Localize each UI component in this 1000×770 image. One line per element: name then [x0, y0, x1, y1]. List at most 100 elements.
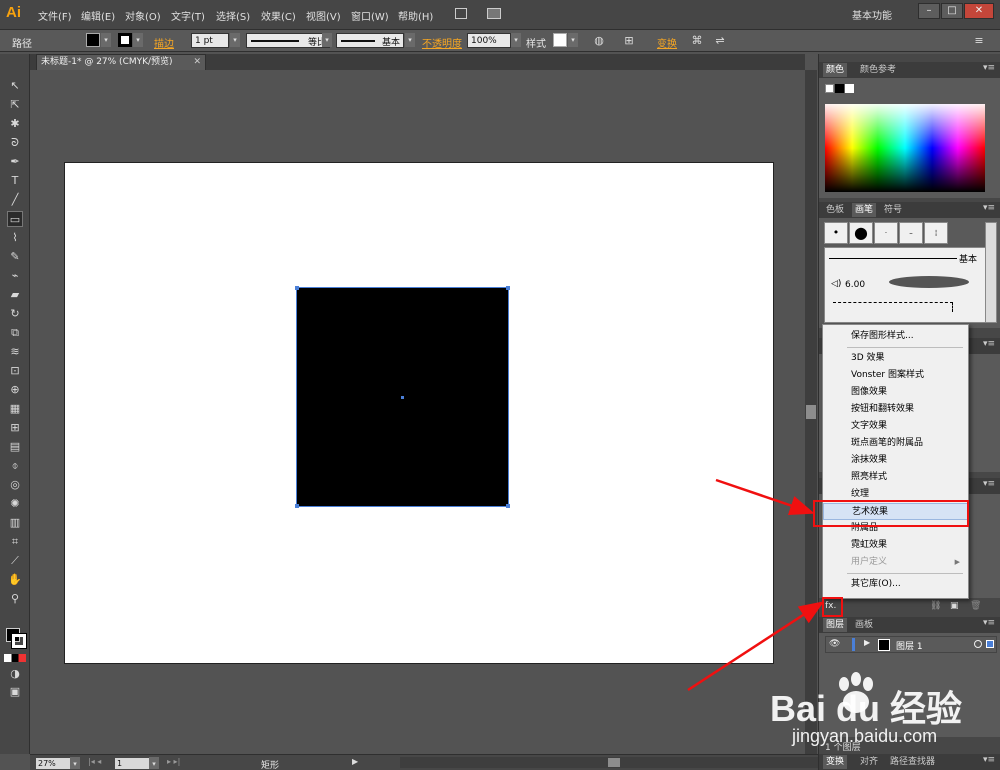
selection-handle[interactable]: [295, 504, 299, 508]
recolor-artwork-icon[interactable]: ◍: [592, 34, 606, 48]
artboard-number-field[interactable]: 1: [115, 758, 149, 769]
eraser-tool-icon[interactable]: ▰: [7, 287, 23, 303]
variable-width-profile[interactable]: 等比: [246, 33, 330, 48]
brush-dot-small[interactable]: •: [824, 222, 848, 244]
workspace-switcher[interactable]: 基本功能: [852, 7, 892, 22]
selection-handle[interactable]: [506, 286, 510, 290]
panel-menu-icon[interactable]: ▾≡: [983, 479, 995, 489]
tab-brushes[interactable]: 画笔: [852, 203, 877, 217]
zoom-field[interactable]: 27%: [36, 758, 70, 769]
stroke-color-icon[interactable]: [11, 633, 27, 649]
menu-edit[interactable]: 编辑(E): [81, 8, 115, 23]
stroke-swatch[interactable]: [118, 33, 132, 47]
delete-style-icon[interactable]: 🗑: [970, 601, 981, 611]
menu-item-5[interactable]: 按钮和翻转效果: [823, 401, 968, 418]
status-menu-icon[interactable]: ▶: [352, 757, 358, 766]
selection-handle[interactable]: [506, 504, 510, 508]
opacity-dropdown[interactable]: ▾: [511, 33, 521, 47]
arrange-documents-icon[interactable]: [487, 8, 501, 19]
free-transform-tool-icon[interactable]: ⊡: [7, 363, 23, 379]
slice-tool-icon[interactable]: ⟋: [7, 553, 23, 569]
brush-dropdown[interactable]: ▾: [405, 33, 415, 47]
profile-dropdown[interactable]: ▾: [322, 33, 332, 47]
scale-tool-icon[interactable]: ⧉: [7, 325, 23, 341]
transform-panel-link[interactable]: 变换: [657, 35, 677, 50]
menu-effect[interactable]: 效果(C): [261, 8, 296, 23]
horizontal-scroll-thumb[interactable]: [608, 758, 620, 767]
menu-item-0[interactable]: 保存图形样式...: [823, 328, 968, 345]
hand-tool-icon[interactable]: ✋: [7, 572, 23, 588]
stroke-panel-link[interactable]: 描边: [154, 35, 174, 50]
menu-item-9[interactable]: 照亮样式: [823, 469, 968, 486]
tab-symbols[interactable]: 符号: [881, 203, 905, 217]
lasso-tool-icon[interactable]: ᘐ: [7, 135, 23, 151]
panel-menu-icon[interactable]: ▾≡: [983, 203, 995, 213]
color-mode-icons[interactable]: [4, 654, 26, 662]
stroke-weight-dropdown[interactable]: ▾: [230, 33, 240, 47]
vertical-scroll-thumb[interactable]: [806, 405, 816, 419]
none-color-icon[interactable]: [825, 84, 834, 93]
blend-tool-icon[interactable]: ◎: [7, 477, 23, 493]
perspective-grid-tool-icon[interactable]: ▦: [7, 401, 23, 417]
stroke-weight-field[interactable]: 1 pt: [191, 33, 229, 48]
zoom-tool-icon[interactable]: ⚲: [7, 591, 23, 607]
pencil-tool-icon[interactable]: ✎: [7, 249, 23, 265]
arrange-icon[interactable]: ⇌: [713, 34, 727, 48]
fill-dropdown[interactable]: ▾: [101, 33, 111, 47]
style-dropdown[interactable]: ▾: [568, 33, 578, 47]
layer-selection-indicator[interactable]: [986, 640, 994, 648]
column-graph-tool-icon[interactable]: ▥: [7, 515, 23, 531]
brush-dot-faint[interactable]: ¦: [924, 222, 948, 244]
selection-handle[interactable]: [295, 286, 299, 290]
first-artboard-icon[interactable]: |◂ ◂: [88, 757, 101, 766]
next-artboard-icon[interactable]: ▸ ▸|: [167, 757, 180, 766]
maximize-button[interactable]: □: [941, 3, 963, 19]
layer-name[interactable]: 图层 1: [896, 639, 923, 652]
drawing-mode-icon[interactable]: ◑: [7, 666, 23, 682]
rotate-tool-icon[interactable]: ↻: [7, 306, 23, 322]
type-tool-icon[interactable]: T: [7, 173, 23, 189]
mesh-tool-icon[interactable]: ⊞: [7, 420, 23, 436]
align-options-icon[interactable]: ⊞: [622, 34, 636, 48]
fill-swatch[interactable]: [86, 33, 100, 47]
menu-item-3[interactable]: Vonster 图案样式: [823, 367, 968, 384]
pen-tool-icon[interactable]: ✒: [7, 154, 23, 170]
direct-selection-tool-icon[interactable]: ⇱: [7, 97, 23, 113]
isolate-icon[interactable]: ⌘: [690, 34, 704, 48]
symbol-sprayer-tool-icon[interactable]: ✺: [7, 496, 23, 512]
shape-builder-tool-icon[interactable]: ⊕: [7, 382, 23, 398]
tab-color-guide[interactable]: 颜色参考: [857, 63, 899, 77]
menu-item-13[interactable]: 霓虹效果: [823, 537, 968, 554]
layer-target-icon[interactable]: [974, 640, 982, 648]
panel-menu-icon[interactable]: ▾≡: [983, 63, 995, 73]
close-document-icon[interactable]: ✕: [193, 55, 201, 70]
menu-view[interactable]: 视图(V): [306, 8, 341, 23]
minimize-button[interactable]: –: [918, 3, 940, 19]
color-spectrum[interactable]: [825, 104, 985, 192]
break-link-icon[interactable]: ⛓: [930, 601, 941, 611]
bridge-icon[interactable]: [455, 8, 467, 19]
panel-menu-icon[interactable]: ▾≡: [983, 618, 995, 628]
line-tool-icon[interactable]: ╱: [7, 192, 23, 208]
menu-file[interactable]: 文件(F): [38, 8, 72, 23]
selection-tool-icon[interactable]: ↖: [7, 78, 23, 94]
brush-dot-large[interactable]: ●: [849, 222, 873, 244]
expand-triangle-icon[interactable]: ▶: [864, 638, 870, 647]
menu-type[interactable]: 文字(T): [171, 8, 205, 23]
menu-window[interactable]: 窗口(W): [351, 8, 389, 23]
menu-select[interactable]: 选择(S): [216, 8, 250, 23]
visibility-eye-icon[interactable]: 👁: [829, 639, 840, 649]
eyedropper-tool-icon[interactable]: ⌽: [7, 458, 23, 474]
gradient-tool-icon[interactable]: ▤: [7, 439, 23, 455]
menu-item-2[interactable]: 3D 效果: [823, 350, 968, 367]
brush-dot-soft[interactable]: –: [899, 222, 923, 244]
tab-swatches[interactable]: 色板: [823, 203, 847, 217]
graphic-style-swatch[interactable]: [553, 33, 567, 47]
artboard-tool-icon[interactable]: ⌗: [7, 534, 23, 550]
vertical-scrollbar[interactable]: [805, 70, 817, 754]
horizontal-scrollbar[interactable]: [400, 757, 820, 768]
brush-dot-tiny[interactable]: ·: [874, 222, 898, 244]
menu-help[interactable]: 帮助(H): [398, 8, 433, 23]
zoom-dropdown[interactable]: ▾: [70, 757, 80, 769]
blob-brush-tool-icon[interactable]: ⌁: [7, 268, 23, 284]
